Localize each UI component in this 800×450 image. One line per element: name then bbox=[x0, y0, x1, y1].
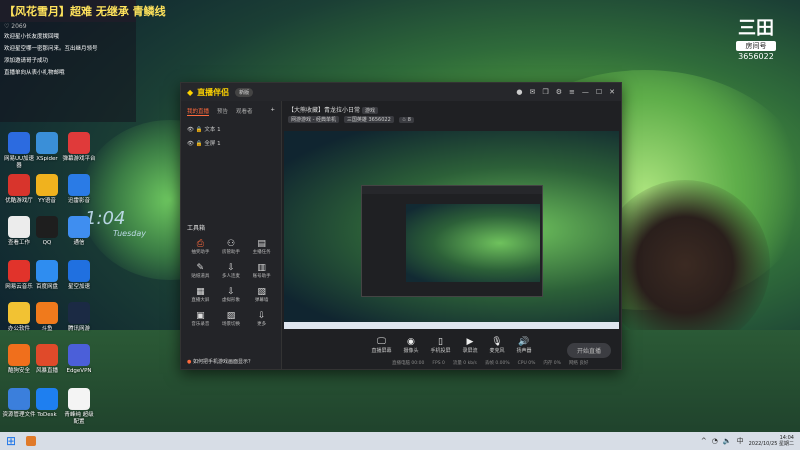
desktop-icon[interactable]: ToDesk bbox=[30, 388, 64, 419]
menu-icon[interactable]: ≡ bbox=[569, 88, 575, 96]
tab-preview[interactable]: 预告 bbox=[217, 107, 228, 116]
message-icon[interactable]: ✉ bbox=[530, 88, 536, 96]
avatar-icon[interactable]: ● bbox=[516, 88, 522, 96]
desktop-icon[interactable]: 迅雷影音 bbox=[62, 174, 96, 205]
tool-item[interactable]: ▦ 直播大屏 bbox=[185, 287, 216, 303]
overlay-title: 【风花雪月】超难 无继承 青鳞线 bbox=[0, 0, 166, 22]
room-title[interactable]: 【大熊收藏】青龙拉小日常 bbox=[288, 107, 360, 114]
desktop-icon[interactable]: 百度网盘 bbox=[30, 260, 64, 291]
live-companion-window: ◆ 直播伴侣 新版 ● ✉ ❒ ⚙ ≡ — ☐ ✕ 我的直播 预告 观看者 + … bbox=[180, 82, 622, 370]
phone-cast-button[interactable]: ▯ 手机投屏 bbox=[430, 337, 450, 354]
taskbar-clock[interactable]: 14:04 2022/10/25 星期二 bbox=[749, 435, 794, 447]
gift-icon[interactable]: ❒ bbox=[542, 88, 548, 96]
source-item[interactable]: 👁 🔒 文本 1 bbox=[181, 122, 281, 136]
camera-button[interactable]: ◉ 摄像头 bbox=[403, 337, 418, 354]
toolbox-grid: ⎙ 抽奖助手 ⚇ 房管助手 ▤ 主播任务 ✎ 贴纸道具 ⇩ 多人连麦 ▥ 账号助手 ▦ 直播大… bbox=[185, 239, 277, 327]
desktop-icon[interactable]: EdgeVPN bbox=[62, 344, 96, 375]
desktop-icon[interactable]: 通信 bbox=[62, 216, 96, 247]
start-live-button[interactable]: 开始直播 bbox=[566, 343, 611, 358]
tool-item[interactable]: ✎ 贴纸道具 bbox=[185, 263, 216, 279]
overlay-stats: ♡ 2069 bbox=[4, 23, 27, 30]
window-titlebar: ◆ 直播伴侣 新版 ● ✉ ❒ ⚙ ≡ — ☐ ✕ bbox=[181, 83, 621, 101]
network-icon[interactable]: ◔ bbox=[712, 437, 718, 445]
microphone-button[interactable]: 🎙 麦克风 bbox=[490, 337, 505, 354]
taskbar: ⊞ ^ ◔ 🔈 中 14:04 2022/10/25 星期二 bbox=[0, 432, 800, 450]
minimize-icon[interactable]: — bbox=[582, 88, 589, 96]
main-area: 【大熊收藏】青龙拉小日常 游戏 网游游戏 - 经典单机 三国英雄 3656022… bbox=[282, 101, 621, 369]
status-bar: 直播电脑 00:00 FPS 0 流量 0 kb/s 丢帧 0.00% CPU 0% 内存… bbox=[392, 360, 589, 367]
help-tip[interactable]: ● 如何把手机游戏画面显示？ bbox=[187, 358, 253, 365]
tab-viewers[interactable]: 观看者 bbox=[236, 107, 253, 116]
preview-taskbar bbox=[284, 322, 619, 329]
tool-item[interactable]: ▥ 账号助手 bbox=[246, 263, 277, 279]
room-category[interactable]: 网游游戏 - 经典单机 bbox=[288, 116, 339, 123]
tool-item[interactable]: ⚇ 房管助手 bbox=[216, 239, 247, 255]
desktop-icon[interactable]: YY语音 bbox=[30, 174, 64, 205]
overlay-message: 添加邀请哥子成功 bbox=[4, 58, 49, 64]
room-viewers: ♧ 8 bbox=[398, 117, 414, 123]
badge-room-number: 3656022 bbox=[738, 52, 774, 61]
tool-item[interactable]: ⇩ 多人连麦 bbox=[216, 263, 247, 279]
room-tag: 游戏 bbox=[361, 107, 378, 114]
tool-item[interactable]: ⇩ 虚拟形象 bbox=[216, 287, 247, 303]
tool-item[interactable]: ⎙ 抽奖助手 bbox=[185, 239, 216, 255]
capture-screen-button[interactable]: 🖵 直播屏幕 bbox=[371, 337, 391, 354]
record-button[interactable]: ▶ 录屏流 bbox=[463, 337, 478, 354]
toolbox-title: 工具箱 bbox=[187, 225, 206, 232]
tool-item[interactable]: ▤ 主播任务 bbox=[246, 239, 277, 255]
tool-item[interactable]: ▣ 音乐录音 bbox=[185, 311, 216, 327]
desktop-icon[interactable]: 青峰纯 超级 配置 bbox=[62, 388, 96, 426]
badge-logo: 三田 bbox=[738, 18, 774, 39]
version-pill[interactable]: 新版 bbox=[235, 87, 254, 97]
live-preview[interactable] bbox=[284, 131, 619, 329]
desktop-icon[interactable]: 斗鱼 bbox=[30, 302, 64, 333]
source-item[interactable]: 👁 🔒 全屏 1 bbox=[181, 136, 281, 150]
badge-tag: 房间号 bbox=[736, 41, 776, 51]
streamer-badge: 三田 房间号 3656022 bbox=[732, 14, 780, 61]
input-language[interactable]: 中 bbox=[737, 436, 744, 446]
speaker-button[interactable]: 🔊 扬声器 bbox=[517, 337, 532, 354]
tab-my-live[interactable]: 我的直播 bbox=[187, 107, 210, 116]
stream-overlay-panel: 【风花雪月】超难 无继承 青鳞线 ♡ 2069 欢迎星小长友度拨回哦 欢迎星空哪… bbox=[0, 0, 166, 122]
desktop-icon[interactable]: QQ bbox=[30, 216, 64, 247]
nested-preview-window bbox=[361, 185, 543, 297]
overlay-message: 欢迎星小长友度拨回哦 bbox=[4, 34, 60, 40]
overlay-message: 直播单向从表小礼物邮哦 bbox=[4, 70, 65, 76]
tool-item[interactable]: ▨ 场景切换 bbox=[216, 311, 247, 327]
app-logo-icon: ◆ bbox=[187, 87, 194, 97]
tool-item[interactable]: ▧ 弹幕墙 bbox=[246, 287, 277, 303]
start-menu-icon[interactable]: ⊞ bbox=[6, 434, 16, 448]
close-icon[interactable]: ✕ bbox=[609, 88, 615, 96]
tray-expand-icon[interactable]: ^ bbox=[701, 437, 707, 445]
volume-icon[interactable]: 🔈 bbox=[723, 437, 732, 445]
left-panel: 我的直播 预告 观看者 + 👁 🔒 文本 1 👁 🔒 全屏 1 工具箱 ⎙ 抽奖助… bbox=[181, 101, 282, 369]
app-brand: 直播伴侣 bbox=[197, 87, 230, 97]
desktop-icon[interactable]: XSpider bbox=[30, 132, 64, 163]
desktop-icon[interactable]: 星空加速 bbox=[62, 260, 96, 291]
taskbar-app-icon[interactable] bbox=[26, 436, 37, 446]
overlay-message: 欢迎星空哪一密那问来。互出继月领号 bbox=[4, 46, 98, 52]
desktop-icon[interactable]: 腾讯网游 bbox=[62, 302, 96, 333]
desktop-icon[interactable]: 风暴直播 bbox=[30, 344, 64, 375]
tool-item[interactable]: ⇩ 更多 bbox=[246, 311, 277, 327]
room-id: 三国英雄 3656022 bbox=[343, 116, 394, 123]
desktop-icon[interactable]: 弹幕游戏平台 bbox=[62, 132, 96, 163]
system-tray: ^ ◔ 🔈 中 14:04 2022/10/25 星期二 bbox=[701, 435, 794, 447]
settings-icon[interactable]: ⚙ bbox=[556, 88, 562, 96]
maximize-icon[interactable]: ☐ bbox=[596, 88, 602, 96]
add-source-icon[interactable]: + bbox=[270, 107, 275, 116]
